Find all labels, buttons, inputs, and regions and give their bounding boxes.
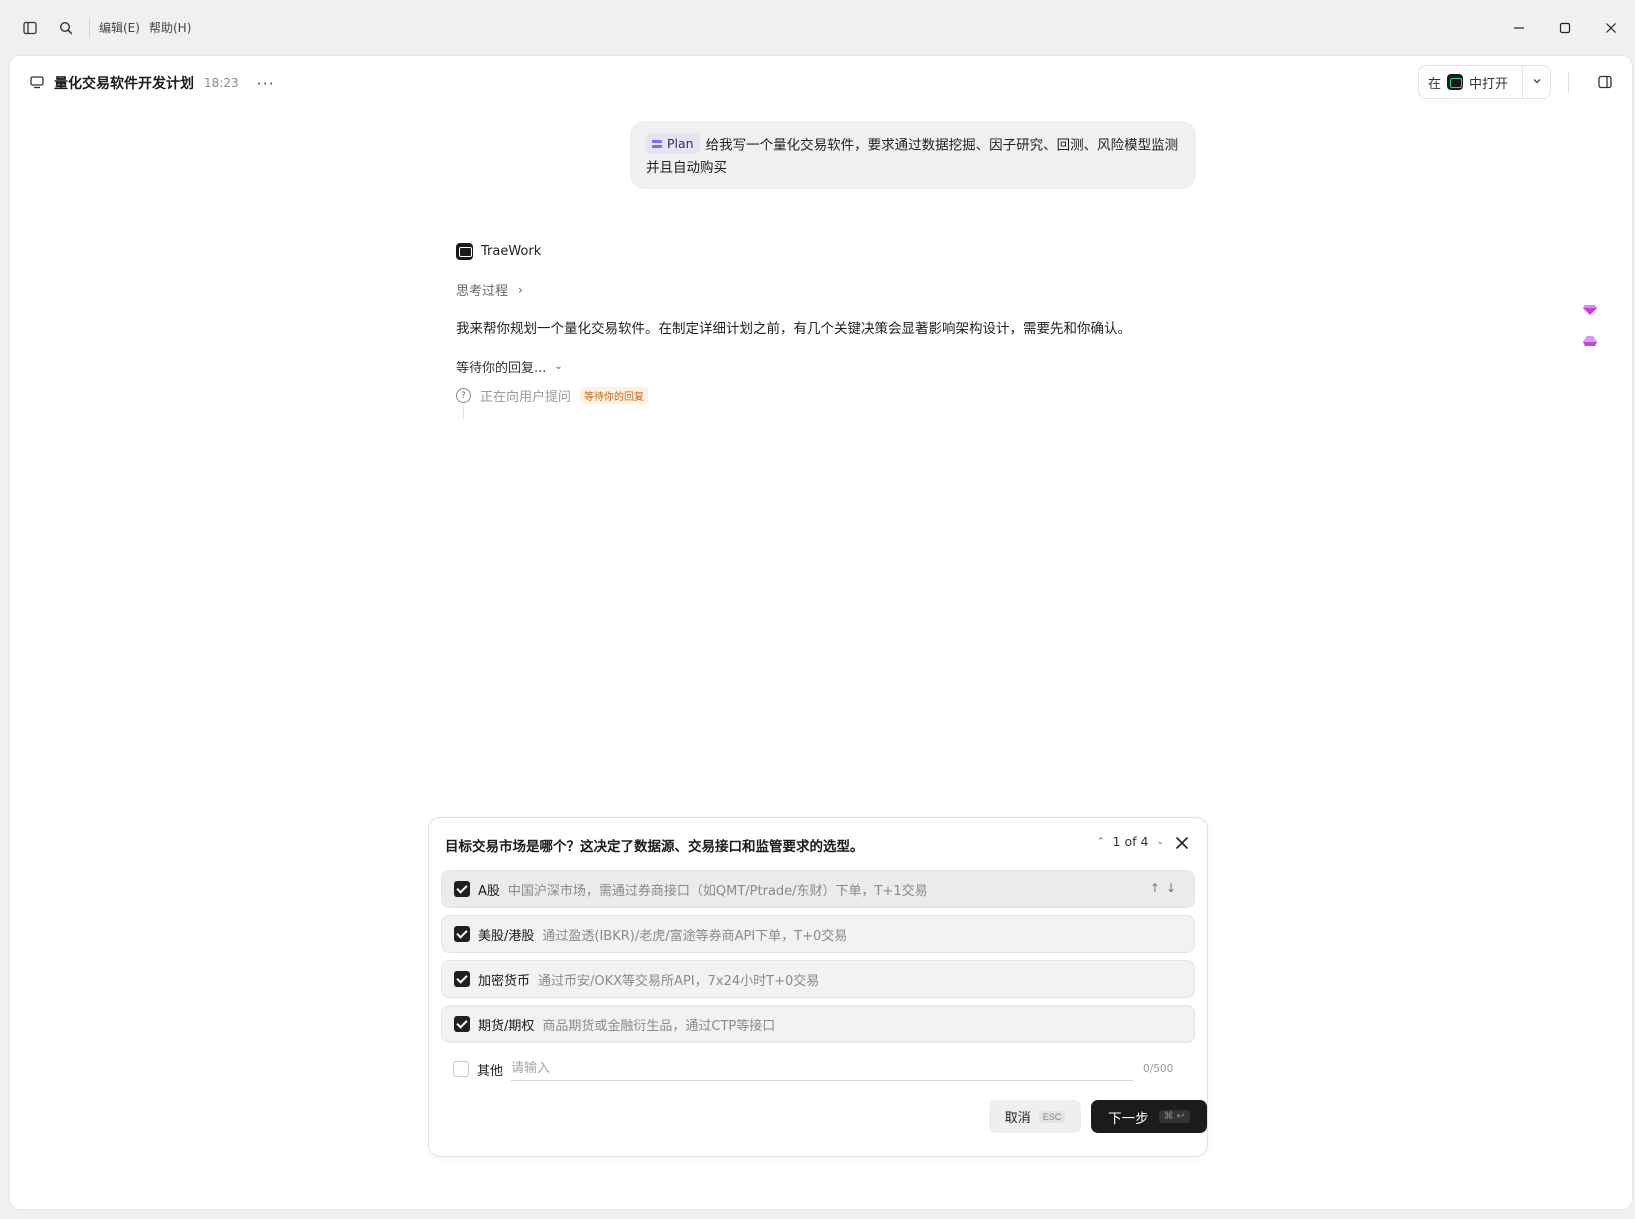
character-counter: 0/500: [1143, 1063, 1174, 1075]
plan-mode-tag: Plan: [646, 133, 700, 154]
enter-shortcut-hint: ⌘ ↩: [1158, 1110, 1190, 1123]
close-window-icon[interactable]: [1596, 13, 1626, 43]
status-badge: 等待你的回复: [580, 387, 649, 404]
sidebar-toggle-icon[interactable]: [15, 13, 45, 43]
open-in-suffix: 中打开: [1469, 76, 1509, 92]
user-message-text: 给我写一个量化交易软件，要求通过数据挖掘、因子研究、回测、风险模型监测并且自动购…: [646, 137, 1179, 176]
chevron-down-icon: ⌄: [554, 361, 563, 372]
checkbox-checked[interactable]: [454, 926, 470, 942]
close-icon[interactable]: [1171, 832, 1193, 854]
option-a-share[interactable]: A股 中国沪深市场，需通过券商接口（如QMT/Ptrade/东财）下单，T+1交…: [441, 870, 1195, 908]
minimize-icon[interactable]: [1504, 13, 1534, 43]
option-futures-options[interactable]: 期货/期权 商品期货或金融衍生品，通过CTP等接口: [441, 1005, 1195, 1043]
option-label: 加密货币: [478, 973, 531, 989]
assistant-reply-text: 我来帮你规划一个量化交易软件。在制定详细计划之前，有几个关键决策会显著影响架构设…: [456, 321, 1131, 337]
question-title: 目标交易市场是哪个？这决定了数据源、交易接口和监管要求的选型。: [445, 839, 864, 855]
thinking-label: 思考过程: [456, 284, 509, 299]
menu-help[interactable]: 帮助(H): [149, 19, 191, 36]
title-bar: 编辑(E) 帮助(H): [0, 0, 1635, 56]
menu-edit[interactable]: 编辑(E): [99, 19, 140, 36]
option-crypto[interactable]: 加密货币 通过币安/OKX等交易所API，7x24小时T+0交易: [441, 960, 1195, 998]
question-circle-icon: ?: [456, 388, 471, 403]
timeline-line: [463, 407, 464, 419]
assistant-message: TraeWork 思考过程 › 我来帮你规划一个量化交易软件。在制定详细计划之前…: [456, 241, 1176, 419]
option-label: A股: [478, 883, 500, 899]
monitor-icon: [30, 74, 44, 93]
reorder-arrows-icon[interactable]: ↑↓: [1150, 881, 1182, 895]
conversation-header: 量化交易软件开发计划 18:23 ···: [30, 70, 275, 96]
option-description: 商品期货或金融衍生品，通过CTP等接口: [542, 1018, 776, 1034]
maximize-icon[interactable]: [1550, 13, 1580, 43]
question-card: 目标交易市场是哪个？这决定了数据源、交易接口和监管要求的选型。 ⌃ 1 of 4…: [428, 817, 1208, 1157]
main-panel: 量化交易软件开发计划 18:23 ··· 在 中打开 Plan 给我写一个量化交易…: [10, 56, 1632, 1209]
more-options-button[interactable]: ···: [257, 74, 275, 93]
option-description: 通过币安/OKX等交易所API，7x24小时T+0交易: [538, 973, 820, 989]
waiting-label: 等待你的回复...: [456, 361, 547, 376]
next-label: 下一步: [1108, 1110, 1149, 1126]
other-label: 其他: [477, 1063, 504, 1079]
waiting-reply-toggle[interactable]: 等待你的回复... ⌄: [456, 357, 1176, 376]
plan-tag-label: Plan: [667, 135, 694, 151]
gem-icon[interactable]: [1582, 332, 1598, 346]
asking-label: 正在向用户提问: [480, 390, 572, 405]
cancel-button[interactable]: 取消 ESC: [989, 1100, 1081, 1133]
gem-icon[interactable]: [1582, 301, 1598, 315]
option-us-hk-stocks[interactable]: 美股/港股 通过盈透(IBKR)/老虎/富途等券商API下单，T+0交易: [441, 915, 1195, 953]
option-description: 通过盈透(IBKR)/老虎/富途等券商API下单，T+0交易: [542, 928, 848, 944]
esc-shortcut-hint: ESC: [1038, 1110, 1066, 1123]
assistant-identity: TraeWork: [456, 241, 1176, 261]
page-title: 量化交易软件开发计划: [54, 76, 194, 92]
open-in-app-button[interactable]: 在 中打开: [1419, 66, 1522, 98]
plan-icon: [652, 139, 662, 149]
checkbox-checked[interactable]: [454, 881, 470, 897]
open-in-dropdown-button[interactable]: [1522, 66, 1550, 98]
chevron-down-icon: [1532, 75, 1542, 90]
right-panel-toggle-icon[interactable]: [1591, 68, 1619, 96]
search-icon[interactable]: [51, 13, 81, 43]
header-divider: [1568, 72, 1569, 92]
user-message-bubble: Plan 给我写一个量化交易软件，要求通过数据挖掘、因子研究、回测、风险模型监测并…: [630, 121, 1196, 189]
titlebar-divider: [89, 18, 90, 38]
pager-label: 1 of 4: [1112, 834, 1149, 849]
page-timestamp: 18:23: [204, 76, 239, 90]
option-other: 其他 0/500: [453, 1057, 1189, 1081]
asking-user-step: ? 正在向用户提问 等待你的回复: [456, 386, 1176, 405]
open-in-prefix: 在: [1428, 76, 1442, 92]
assistant-name: TraeWork: [481, 243, 542, 259]
cancel-label: 取消: [1004, 1110, 1031, 1125]
question-pager: ⌃ 1 of 4 ⌄: [1089, 834, 1172, 849]
chevron-right-icon: ›: [518, 282, 523, 297]
checkbox-unchecked[interactable]: [453, 1061, 469, 1077]
thinking-process-toggle[interactable]: 思考过程 ›: [456, 280, 1176, 300]
app-icon: [1447, 74, 1464, 90]
option-label: 期货/期权: [478, 1018, 535, 1034]
checkbox-checked[interactable]: [454, 971, 470, 987]
open-in-app-control: 在 中打开: [1418, 65, 1551, 99]
other-input[interactable]: [511, 1057, 1134, 1081]
checkbox-checked[interactable]: [454, 1016, 470, 1032]
option-label: 美股/港股: [478, 928, 535, 944]
next-button[interactable]: 下一步 ⌘ ↩: [1091, 1100, 1207, 1133]
traework-logo-icon: [456, 242, 473, 260]
chevron-down-icon[interactable]: ⌄: [1156, 837, 1164, 847]
option-description: 中国沪深市场，需通过券商接口（如QMT/Ptrade/东财）下单，T+1交易: [507, 883, 928, 899]
chevron-up-icon[interactable]: ⌃: [1097, 837, 1105, 847]
